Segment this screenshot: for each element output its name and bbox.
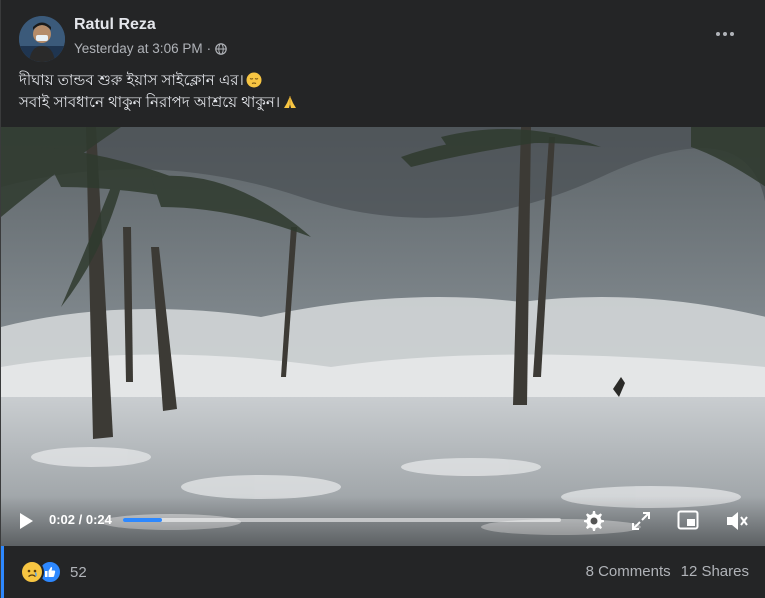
mute-icon[interactable]: [725, 510, 749, 532]
shares-count[interactable]: 12 Shares: [681, 563, 749, 580]
video-progress-fill: [123, 518, 163, 522]
reaction-count: 52: [70, 563, 87, 581]
post-footer: 52 8 Comments 12 Shares: [1, 546, 765, 598]
picture-in-picture-icon[interactable]: [677, 510, 699, 530]
meta-separator: ·: [206, 41, 212, 56]
post-timestamp[interactable]: Yesterday at 3:06 PM: [74, 41, 203, 56]
post-meta: Yesterday at 3:06 PM ·: [74, 41, 227, 56]
video-progress-bar[interactable]: [123, 518, 561, 522]
video-frame: [1, 127, 765, 546]
sad-reaction-icon: [20, 560, 44, 584]
avatar[interactable]: [19, 16, 65, 62]
post-text: দীঘায় তান্ডব শুরু ইয়াস সাইক্লোন এর। সব…: [19, 70, 298, 114]
post-stats: 8 Comments 12 Shares: [586, 563, 749, 580]
comments-count[interactable]: 8 Comments: [586, 563, 671, 580]
duration: 0:24: [85, 512, 112, 527]
post-text-line-1: দীঘায় তান্ডব শুরু ইয়াস সাইক্লোন এর।: [19, 70, 298, 92]
post-text-line-2: সবাই সাবধানে থাকুন নিরাপদ আশ্রয়ে থাকুন।: [19, 92, 298, 114]
play-icon[interactable]: [18, 512, 34, 530]
post-card: Ratul Reza Yesterday at 3:06 PM · দীঘায়…: [0, 0, 765, 598]
post-text-line-2-text: সবাই সাবধানে থাকুন নিরাপদ আশ্রয়ে থাকুন।: [19, 94, 281, 111]
reactions-summary[interactable]: 52: [20, 560, 87, 584]
current-time: 0:02: [49, 512, 76, 527]
video-controls: 0:02 / 0:24: [1, 496, 765, 546]
settings-icon[interactable]: [581, 509, 605, 533]
pensive-face-emoji: [246, 72, 262, 88]
fullscreen-icon[interactable]: [631, 511, 651, 531]
globe-icon[interactable]: [215, 42, 227, 55]
video-time: 0:02 / 0:24: [49, 512, 112, 527]
author-name[interactable]: Ratul Reza: [74, 16, 156, 34]
post-text-line-1-text: দীঘায় তান্ডব শুরু ইয়াস সাইক্লোন এর।: [19, 72, 244, 89]
time-separator: /: [75, 512, 86, 527]
video-player[interactable]: 0:02 / 0:24: [1, 127, 765, 546]
post-header: Ratul Reza Yesterday at 3:06 PM ·: [19, 14, 765, 64]
more-options-icon[interactable]: [711, 24, 739, 44]
folded-hands-emoji: [284, 96, 297, 108]
